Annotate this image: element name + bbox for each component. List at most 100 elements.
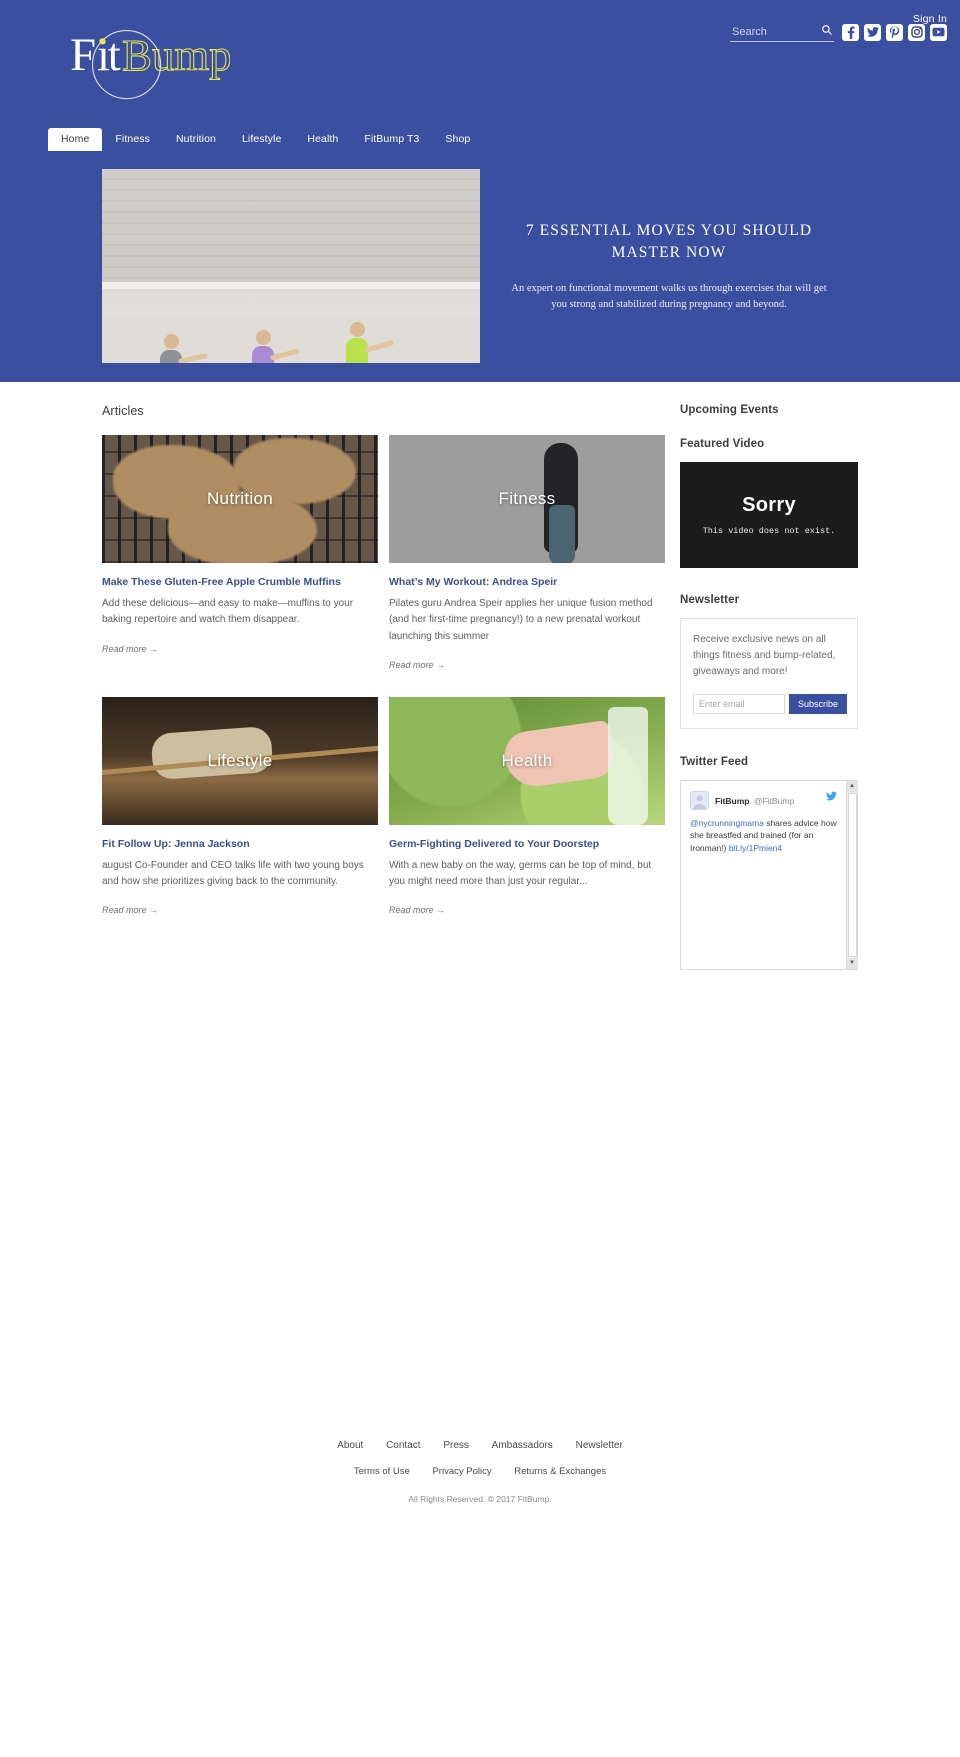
article-description: With a new baby on the way, germs can be… <box>389 859 652 888</box>
search-box <box>730 22 834 42</box>
footer-link-terms[interactable]: Terms of Use <box>354 1466 410 1477</box>
articles-heading: Articles <box>102 404 144 418</box>
youtube-icon[interactable] <box>930 23 947 41</box>
featured-video-section: Featured Video Sorry This video does not… <box>680 438 858 568</box>
featured-video-heading: Featured Video <box>680 438 765 450</box>
article-card[interactable]: Health Germ-Fighting Delivered to Your D… <box>389 696 665 919</box>
page-spacer <box>0 970 960 1440</box>
twitter-feed-section: Twitter Feed FitBump @FitBump @nycrunnin… <box>680 756 858 970</box>
scroll-up-icon[interactable]: ▲ <box>846 780 858 792</box>
read-more-link[interactable]: Read more → <box>389 660 445 670</box>
scroll-down-icon[interactable]: ▼ <box>846 957 858 969</box>
social-links <box>842 23 947 41</box>
nav-item-nutrition[interactable]: Nutrition <box>163 128 229 152</box>
main-content: Articles Nutrition Make These Gluten-Fre… <box>102 382 858 970</box>
facebook-icon[interactable] <box>842 23 859 41</box>
footer-copyright: All Rights Reserved. © 2017 FitBump. <box>408 1493 552 1504</box>
avatar <box>690 790 709 810</box>
twitter-feed-card: FitBump @FitBump @nycrunningmama shares … <box>680 779 858 970</box>
twitter-scrollbar[interactable]: ▲ ▼ <box>846 780 858 969</box>
articles-column: Articles Nutrition Make These Gluten-Fre… <box>102 404 665 970</box>
newsletter-description: Receive exclusive news on all things fit… <box>693 634 836 678</box>
video-player[interactable]: Sorry This video does not exist. <box>680 462 858 568</box>
article-card[interactable]: Nutrition Make These Gluten-Free Apple C… <box>102 435 378 673</box>
footer-primary-links: About Contact Press Ambassadors Newslett… <box>0 1440 960 1451</box>
article-description: august Co-Founder and CEO talks life wit… <box>102 859 364 888</box>
tweet-text: @nycrunningmama shares advice how she br… <box>690 817 837 855</box>
newsletter-section: Newsletter Receive exclusive news on all… <box>680 594 858 729</box>
newsletter-card: Receive exclusive news on all things fit… <box>680 618 858 729</box>
article-title[interactable]: Germ-Fighting Delivered to Your Doorstep <box>389 837 665 851</box>
footer-link-ambassadors[interactable]: Ambassadors <box>492 1440 553 1451</box>
articles-grid: Nutrition Make These Gluten-Free Apple C… <box>102 435 665 942</box>
article-title[interactable]: Make These Gluten-Free Apple Crumble Muf… <box>102 575 378 589</box>
site-header: Sign In Search F i t Bump <box>0 0 960 122</box>
site-footer: About Contact Press Ambassadors Newslett… <box>0 1440 960 1530</box>
article-card[interactable]: Lifestyle Fit Follow Up: Jenna Jackson a… <box>102 696 378 919</box>
svg-text:t: t <box>108 29 121 81</box>
pinterest-icon[interactable] <box>886 23 903 41</box>
tweet-author-handle: @FitBump <box>753 795 795 806</box>
hero-copy: 7 ESSENTIAL MOVES YOU SHOULD MASTER NOW … <box>480 169 858 363</box>
footer-link-returns[interactable]: Returns & Exchanges <box>514 1466 606 1477</box>
hero-title: 7 ESSENTIAL MOVES YOU SHOULD MASTER NOW <box>525 221 813 261</box>
nav-item-home[interactable]: Home <box>48 127 103 151</box>
footer-link-about[interactable]: About <box>337 1440 363 1451</box>
nav-item-health[interactable]: Health <box>294 128 351 152</box>
header-utilities <box>730 22 947 42</box>
tweet-link[interactable]: bit.ly/1Pmien4 <box>729 843 782 853</box>
main-nav: Home Fitness Nutrition Lifestyle Health … <box>0 122 960 151</box>
tweet-author-name: FitBump <box>715 795 750 806</box>
nav-item-fitbump-t3[interactable]: FitBump T3 <box>351 128 432 152</box>
twitter-icon <box>826 791 837 801</box>
footer-link-privacy[interactable]: Privacy Policy <box>432 1466 491 1477</box>
article-thumbnail-nutrition[interactable]: Nutrition <box>102 435 378 563</box>
newsletter-subscribe-button[interactable]: Subscribe <box>789 693 848 714</box>
site-logo[interactable]: F i t Bump <box>50 18 230 104</box>
nav-item-fitness[interactable]: Fitness <box>102 128 163 152</box>
twitter-feed-heading: Twitter Feed <box>680 755 749 768</box>
upcoming-events-heading: Upcoming Events <box>680 404 779 416</box>
article-thumbnail-lifestyle[interactable]: Lifestyle <box>102 696 378 825</box>
svg-text:F: F <box>70 29 96 81</box>
article-category: Nutrition <box>206 489 273 508</box>
hero-feature[interactable]: 7 ESSENTIAL MOVES YOU SHOULD MASTER NOW … <box>102 169 858 363</box>
read-more-link[interactable]: Read more → <box>102 644 158 654</box>
article-thumbnail-health[interactable]: Health <box>389 696 665 825</box>
svg-text:Bump: Bump <box>122 30 230 80</box>
scrollbar-thumb[interactable] <box>847 792 857 957</box>
footer-link-press[interactable]: Press <box>443 1440 469 1451</box>
hero-band: 7 ESSENTIAL MOVES YOU SHOULD MASTER NOW … <box>0 151 960 382</box>
newsletter-form: Subscribe <box>693 693 848 714</box>
footer-link-contact[interactable]: Contact <box>386 1440 420 1451</box>
nav-item-lifestyle[interactable]: Lifestyle <box>229 128 294 152</box>
read-more-link[interactable]: Read more → <box>389 905 445 915</box>
article-card[interactable]: Fitness What’s My Workout: Andrea Speir … <box>389 435 665 673</box>
instagram-icon[interactable] <box>908 23 925 41</box>
video-error-message: This video does not exist. <box>702 526 836 536</box>
newsletter-email-input[interactable] <box>693 693 785 714</box>
article-title[interactable]: What’s My Workout: Andrea Speir <box>389 575 665 589</box>
read-more-link[interactable]: Read more → <box>102 905 158 915</box>
sidebar: Upcoming Events Featured Video Sorry Thi… <box>680 404 858 970</box>
article-category: Health <box>501 750 553 770</box>
upcoming-events-section: Upcoming Events <box>680 404 858 416</box>
search-icon[interactable] <box>821 24 833 36</box>
tweet-author: FitBump @FitBump <box>715 791 826 809</box>
hero-image <box>102 169 480 363</box>
nav-item-shop[interactable]: Shop <box>432 128 483 152</box>
page-root: Sign In Search F i t Bump Home Fitness N… <box>0 0 960 1530</box>
article-title[interactable]: Fit Follow Up: Jenna Jackson <box>102 837 378 851</box>
article-category: Lifestyle <box>207 750 273 770</box>
footer-link-newsletter[interactable]: Newsletter <box>576 1440 623 1451</box>
tweet-mention[interactable]: @nycrunningmama <box>690 818 764 828</box>
search-input[interactable] <box>730 24 834 42</box>
article-description: Pilates guru Andrea Speir applies her un… <box>389 598 653 642</box>
tweet-item[interactable]: FitBump @FitBump @nycrunningmama shares … <box>681 781 846 969</box>
tweet-header: FitBump @FitBump <box>690 790 837 810</box>
article-category: Fitness <box>498 489 556 508</box>
newsletter-heading: Newsletter <box>680 594 740 606</box>
video-error-title: Sorry <box>742 494 796 516</box>
article-thumbnail-fitness[interactable]: Fitness <box>389 435 665 563</box>
twitter-icon[interactable] <box>864 23 881 41</box>
